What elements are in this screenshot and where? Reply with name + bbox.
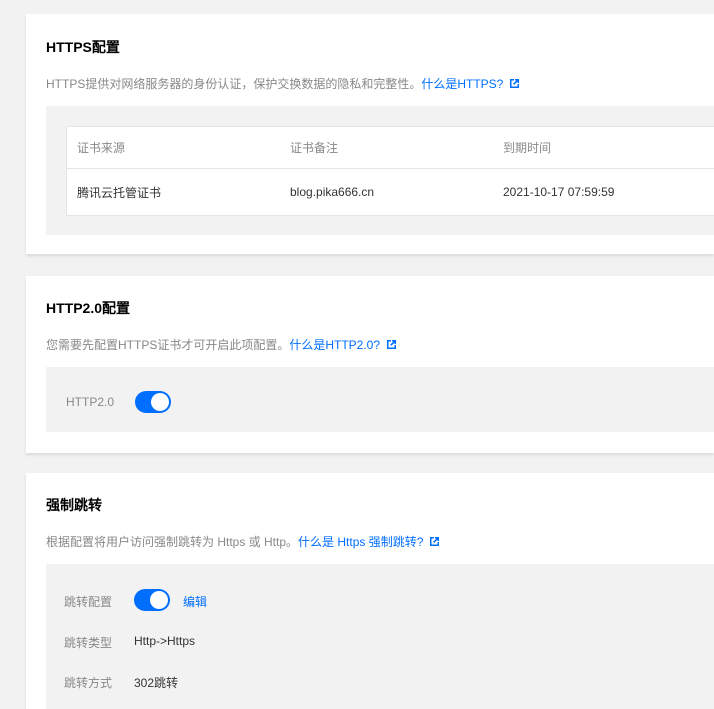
external-link-icon[interactable] xyxy=(429,536,440,547)
redirect-method-value: 302跳转 xyxy=(134,676,179,690)
https-config-card: HTTPS配置 HTTPS提供对网络服务器的身份认证，保护交换数据的隐私和完整性… xyxy=(26,14,714,254)
redirect-desc-text: 根据配置将用户访问强制跳转为 Https 或 Http。 xyxy=(46,535,299,549)
toggle-knob xyxy=(151,393,169,411)
external-link-icon[interactable] xyxy=(386,339,397,350)
expiry-cell: 2021-10-17 07:59:59 xyxy=(503,185,615,199)
what-is-https-link[interactable]: 什么是HTTPS? xyxy=(421,77,503,91)
redirect-type-value: Http->Https xyxy=(134,634,196,648)
cert-source-cell: 腾讯云托管证书 xyxy=(77,185,162,200)
table-header-row: 证书来源 证书备注 到期时间 xyxy=(67,127,714,168)
http2-panel: HTTP2.0 xyxy=(46,367,714,432)
what-is-redirect-link[interactable]: 什么是 Https 强制跳转? xyxy=(298,535,423,549)
toggle-knob xyxy=(150,591,168,609)
certificate-table: 证书来源 证书备注 到期时间 腾讯云托管证书 blog.pika666.cn 2… xyxy=(66,126,714,216)
http2-toggle[interactable] xyxy=(135,391,171,413)
redirect-config-label: 跳转配置 xyxy=(64,595,113,609)
force-redirect-card: 强制跳转 根据配置将用户访问强制跳转为 Https 或 Http。什么是 Htt… xyxy=(26,473,714,709)
http2-config-title: HTTP2.0配置 xyxy=(46,300,131,316)
https-config-desc: HTTPS提供对网络服务器的身份认证，保护交换数据的隐私和完整性。什么是HTTP… xyxy=(46,75,520,92)
external-link-icon[interactable] xyxy=(509,78,520,89)
column-header-cert-note: 证书备注 xyxy=(290,141,339,155)
redirect-method-label: 跳转方式 xyxy=(64,676,113,690)
force-redirect-desc: 根据配置将用户访问强制跳转为 Https 或 Http。什么是 Https 强制… xyxy=(46,533,440,550)
http2-switch-label: HTTP2.0 xyxy=(66,395,115,409)
http2-config-desc: 您需要先配置HTTPS证书才可开启此项配置。什么是HTTP2.0? xyxy=(46,336,397,353)
https-config-title: HTTPS配置 xyxy=(46,39,120,55)
cert-note-cell: blog.pika666.cn xyxy=(290,185,375,199)
redirect-toggle[interactable] xyxy=(134,589,170,611)
https-desc-text: HTTPS提供对网络服务器的身份认证，保护交换数据的隐私和完整性。 xyxy=(46,77,422,91)
http2-config-card: HTTP2.0配置 您需要先配置HTTPS证书才可开启此项配置。什么是HTTP2… xyxy=(26,276,714,453)
http2-desc-text: 您需要先配置HTTPS证书才可开启此项配置。 xyxy=(46,338,290,352)
what-is-http2-link[interactable]: 什么是HTTP2.0? xyxy=(289,338,380,352)
edit-button[interactable]: 编辑 xyxy=(183,593,207,610)
certificate-panel: 证书来源 证书备注 到期时间 腾讯云托管证书 blog.pika666.cn 2… xyxy=(46,106,714,235)
column-header-expiry: 到期时间 xyxy=(503,141,552,155)
redirect-type-label: 跳转类型 xyxy=(64,636,113,650)
table-row: 腾讯云托管证书 blog.pika666.cn 2021-10-17 07:59… xyxy=(67,168,714,215)
force-redirect-title: 强制跳转 xyxy=(46,497,102,513)
column-header-cert-source: 证书来源 xyxy=(77,141,126,155)
redirect-panel: 跳转配置 编辑 跳转类型 Http->Https 跳转方式 302跳转 xyxy=(46,564,714,709)
